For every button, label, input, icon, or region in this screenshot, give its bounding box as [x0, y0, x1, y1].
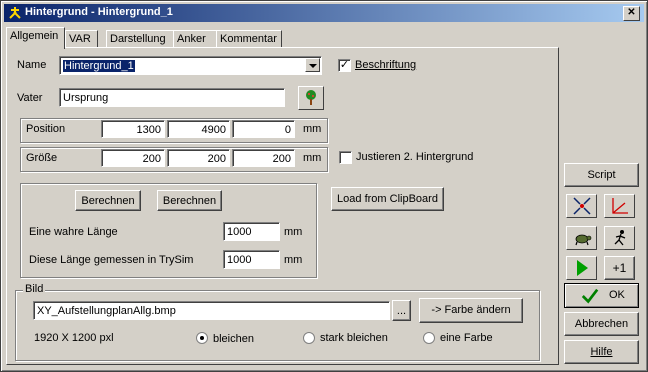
- title-bar: Hintergrund - Hintergrund_1 ✕: [4, 4, 644, 22]
- name-combobox[interactable]: Hintergrund_1: [59, 56, 322, 75]
- tab-allgemein[interactable]: Allgemein: [6, 27, 65, 49]
- tab-var[interactable]: VAR: [65, 30, 98, 48]
- cancel-button[interactable]: Abbrechen: [564, 312, 639, 336]
- groesse-label: Größe: [26, 152, 58, 164]
- image-dimensions: 1920 X 1200 pxl: [34, 332, 114, 344]
- crosshair-icon: [573, 197, 591, 215]
- bleichen-radio[interactable]: [196, 332, 208, 344]
- play-button[interactable]: [566, 256, 597, 280]
- eine-farbe-radio[interactable]: [423, 332, 435, 344]
- stark-bleichen-label[interactable]: stark bleichen: [320, 332, 388, 344]
- bild-group-title: Bild: [23, 283, 46, 295]
- justieren-label[interactable]: Justieren 2. Hintergrund: [356, 151, 473, 163]
- measured-length-unit: mm: [284, 254, 303, 266]
- vater-label: Vater: [17, 92, 43, 104]
- justieren-checkbox[interactable]: [339, 151, 352, 164]
- true-length-field[interactable]: 1000: [223, 222, 280, 241]
- farbe-aendern-button[interactable]: -> Farbe ändern: [419, 298, 523, 323]
- browse-button[interactable]: ...: [392, 300, 411, 321]
- measured-length-label: Diese Länge gemessen in TrySim: [29, 254, 194, 266]
- window-title: Hintergrund - Hintergrund_1: [25, 6, 173, 18]
- berechnen-button-2[interactable]: Berechnen: [157, 190, 222, 211]
- groesse-unit: mm: [303, 152, 322, 164]
- axes-button[interactable]: [604, 194, 635, 218]
- name-label: Name: [17, 59, 47, 71]
- name-value[interactable]: Hintergrund_1: [63, 60, 135, 72]
- stark-bleichen-radio[interactable]: [303, 332, 315, 344]
- close-icon[interactable]: ✕: [627, 7, 635, 18]
- position-unit: mm: [303, 123, 322, 135]
- groesse-y-field[interactable]: 200: [167, 149, 230, 167]
- tree-button[interactable]: [298, 86, 324, 110]
- groesse-z-field[interactable]: 200: [232, 149, 295, 167]
- vater-field[interactable]: Ursprung: [59, 88, 285, 107]
- beschriftung-checkbox[interactable]: ✓: [338, 59, 351, 72]
- axes-icon: [612, 198, 628, 214]
- runner-button[interactable]: [604, 226, 635, 250]
- eine-farbe-label[interactable]: eine Farbe: [440, 332, 493, 344]
- ok-button[interactable]: OK: [564, 283, 639, 308]
- bild-file-field[interactable]: XY_AufstellungplanAllg.bmp: [33, 301, 390, 320]
- tab-darstellung[interactable]: Darstellung: [106, 30, 174, 48]
- beschriftung-label[interactable]: Beschriftung: [355, 59, 416, 71]
- position-z-field[interactable]: 0: [232, 120, 295, 138]
- tab-kommentar[interactable]: Kommentar: [216, 30, 282, 48]
- play-icon: [577, 260, 588, 276]
- checkmark-icon: [581, 288, 599, 304]
- load-clipboard-button[interactable]: Load from ClipBoard: [331, 187, 444, 211]
- chevron-down-icon[interactable]: [305, 58, 320, 72]
- tab-anker[interactable]: Anker: [173, 30, 218, 48]
- plus-one-button[interactable]: +1: [604, 256, 635, 280]
- dialog-window: Hintergrund - Hintergrund_1 ✕ Allgemein …: [0, 0, 648, 372]
- position-x-field[interactable]: 1300: [101, 120, 165, 138]
- measured-length-field[interactable]: 1000: [223, 250, 280, 269]
- script-button[interactable]: Script: [564, 163, 639, 187]
- center-button[interactable]: [566, 194, 597, 218]
- close-button[interactable]: ✕: [623, 6, 640, 21]
- turtle-icon: [575, 234, 592, 246]
- bleichen-label[interactable]: bleichen: [213, 333, 254, 345]
- runner-icon: [614, 230, 626, 246]
- groesse-x-field[interactable]: 200: [101, 149, 165, 167]
- tree-icon: [306, 90, 316, 105]
- true-length-unit: mm: [284, 226, 303, 238]
- true-length-label: Eine wahre Länge: [29, 226, 118, 238]
- position-y-field[interactable]: 4900: [167, 120, 230, 138]
- help-button[interactable]: Hilfe: [564, 340, 639, 364]
- position-label: Position: [26, 123, 66, 135]
- berechnen-button-1[interactable]: Berechnen: [75, 190, 141, 211]
- sun-anchor-icon: [9, 7, 21, 19]
- turtle-button[interactable]: [566, 226, 597, 250]
